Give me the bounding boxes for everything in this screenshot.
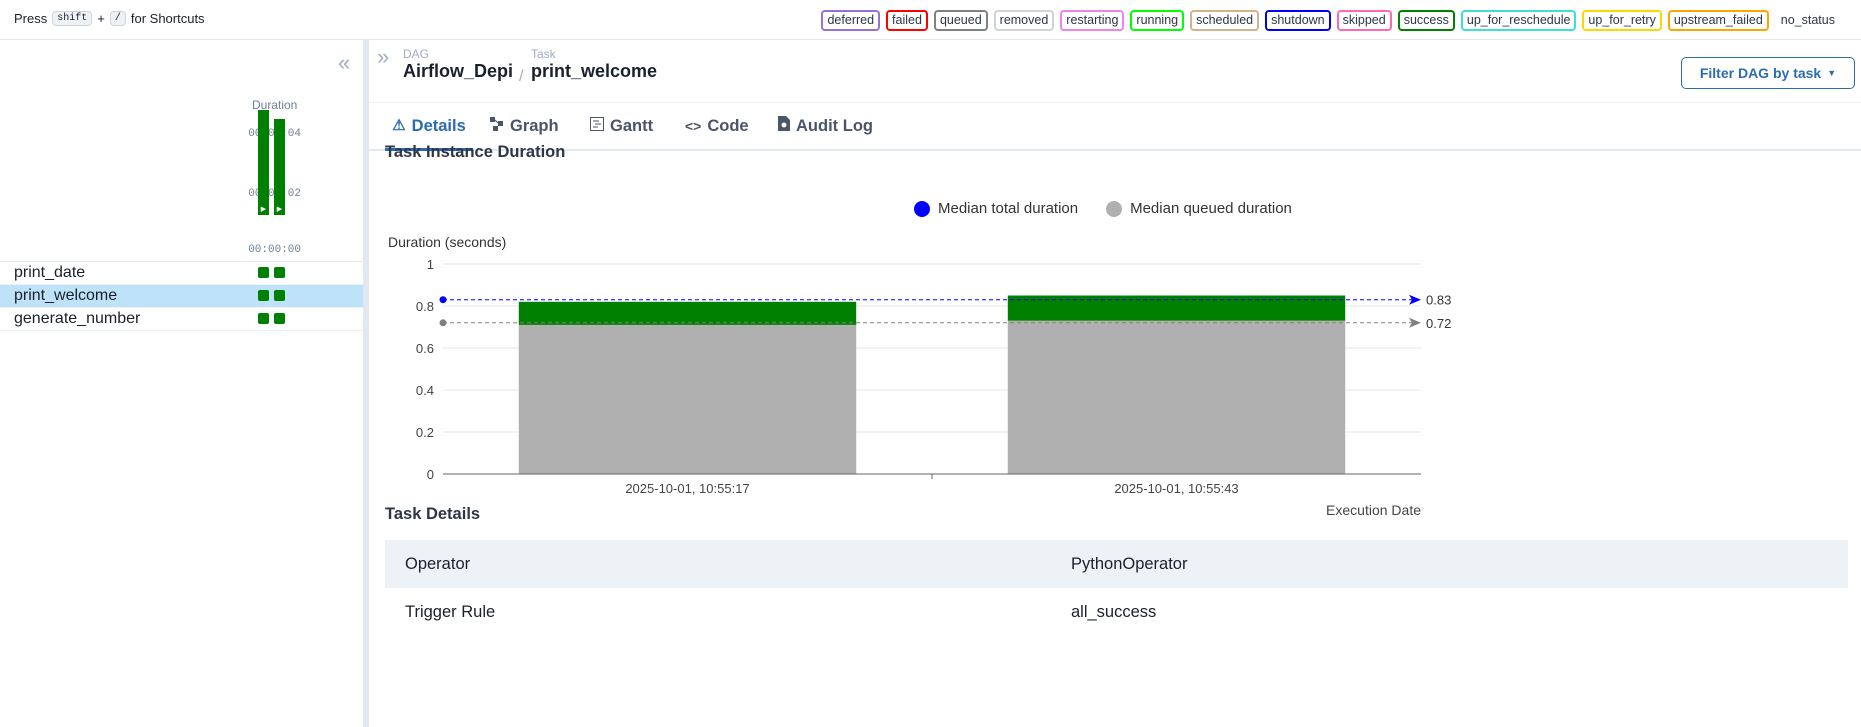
- tab-audit-log[interactable]: Audit Log: [778, 103, 873, 149]
- tab-gantt[interactable]: Gantt: [590, 103, 653, 149]
- breadcrumb-task-value: print_welcome: [531, 61, 658, 81]
- tab-gantt-label: Gantt: [610, 117, 654, 135]
- run-duration-bar[interactable]: ▶: [274, 119, 285, 215]
- task-details-table: Operator PythonOperator Trigger Rule all_su…: [385, 540, 1848, 636]
- state-chip-up-for-retry[interactable]: up_for_retry: [1582, 10, 1662, 31]
- state-chip-scheduled[interactable]: scheduled: [1190, 10, 1260, 31]
- duration-chart: Duration (seconds) 0 0.2 0.4 0.6 0.8 1 2025-10-…: [388, 234, 1451, 518]
- x-tick-label: 2025-10-01, 10:55:17: [625, 481, 749, 496]
- filter-button-label: Filter DAG by task: [1699, 65, 1822, 81]
- detail-key: Operator: [405, 555, 471, 573]
- duration-bar-segment: [1007, 295, 1346, 321]
- task-name: print_date: [14, 264, 86, 281]
- y-tick-label: 0.6: [416, 341, 434, 356]
- shortcut-prefix: Press: [14, 11, 48, 26]
- duration-tick: 00:00:00: [248, 244, 301, 256]
- state-chip-removed[interactable]: removed: [993, 10, 1055, 31]
- grid-sidebar: « Duration 00:00:04 00:00:02 00:00:00 ▶▶…: [0, 40, 363, 727]
- state-chip-queued[interactable]: queued: [933, 10, 988, 31]
- tab-code-label: Code: [707, 117, 749, 135]
- y-tick-label: 0.8: [416, 299, 434, 314]
- task-row-print-welcome[interactable]: print_welcome: [0, 285, 363, 308]
- shortcut-hint: Press shift + / for Shortcuts: [14, 11, 205, 26]
- breadcrumb-task[interactable]: Task print_welcome: [531, 48, 657, 82]
- top-bar: Press shift + / for Shortcuts deferred fa…: [0, 0, 1861, 40]
- legend-total-dot[interactable]: [914, 200, 930, 217]
- tab-audit-log-label: Audit Log: [796, 117, 873, 135]
- task-details-row: Trigger Rule all_success: [385, 588, 1848, 636]
- detail-key: Trigger Rule: [405, 603, 496, 621]
- double-chevron-left-icon[interactable]: «: [338, 50, 350, 76]
- state-chip-skipped[interactable]: skipped: [1336, 10, 1392, 31]
- detail-value: all_success: [1071, 603, 1157, 621]
- task-name: generate_number: [14, 310, 141, 327]
- y-tick-label: 0: [427, 467, 434, 482]
- state-chip-success[interactable]: success: [1397, 10, 1455, 31]
- task-instance-success-square[interactable]: [274, 290, 285, 301]
- task-instance-success-square[interactable]: [258, 267, 269, 278]
- tab-bar: ⚠ Details Graph Gantt <> Code Audit Log: [369, 102, 1861, 151]
- breadcrumb-task-label: Task: [531, 47, 556, 61]
- y-axis-label: Duration (seconds): [388, 234, 506, 250]
- task-details-row: Operator PythonOperator: [385, 540, 1848, 588]
- state-chip-shutdown[interactable]: shutdown: [1265, 10, 1331, 31]
- median-queued-label: 0.72: [1426, 316, 1451, 331]
- state-chip-no-status[interactable]: no_status: [1775, 10, 1841, 31]
- median-total-start-dot: [439, 296, 447, 304]
- legend-queued-label[interactable]: Median queued duration: [1130, 200, 1292, 217]
- shortcut-suffix: for Shortcuts: [130, 11, 205, 26]
- tab-code[interactable]: <> Code: [685, 103, 749, 149]
- detail-value: PythonOperator: [1071, 555, 1188, 573]
- state-chip-running[interactable]: running: [1130, 10, 1185, 31]
- task-row-generate-number[interactable]: generate_number: [0, 308, 363, 331]
- state-chip-failed[interactable]: failed: [886, 10, 928, 31]
- y-tick-label: 0.4: [416, 383, 434, 398]
- caret-down-icon: ▼: [1827, 68, 1837, 78]
- breadcrumb-dag-value: Airflow_Depi: [403, 61, 514, 81]
- task-list: print_date print_welcome generate_number: [0, 261, 363, 331]
- warning-triangle-icon: ⚠: [392, 116, 406, 134]
- x-tick-label: 2025-10-01, 10:55:43: [1114, 481, 1238, 496]
- task-instance-success-square[interactable]: [274, 313, 285, 324]
- state-chip-deferred[interactable]: deferred: [821, 10, 881, 31]
- state-chip-up-for-reschedule[interactable]: up_for_reschedule: [1460, 10, 1577, 31]
- legend-queued-dot[interactable]: [1106, 200, 1123, 217]
- x-axis-label: Execution Date: [1326, 502, 1421, 518]
- shortcut-plus: +: [97, 11, 105, 26]
- tab-details-label: Details: [411, 116, 466, 135]
- breadcrumb-dag-label: DAG: [403, 47, 430, 61]
- state-chip-restarting[interactable]: restarting: [1060, 10, 1125, 31]
- task-name: print_welcome: [14, 287, 118, 304]
- breadcrumb-dag[interactable]: DAG Airflow_Depi: [403, 48, 513, 82]
- filter-dag-by-task-button[interactable]: Filter DAG by task ▼: [1681, 57, 1855, 89]
- legend-total-label[interactable]: Median total duration: [938, 200, 1078, 217]
- task-instance-success-square[interactable]: [274, 267, 285, 278]
- task-row-print-date[interactable]: print_date: [0, 262, 363, 285]
- main-panel: » DAG Airflow_Depi / Task print_welcome …: [369, 40, 1861, 727]
- task-details-title: Task Details: [385, 505, 481, 523]
- y-tick-label: 0.2: [416, 425, 434, 440]
- gantt-icon: [590, 103, 604, 149]
- task-instance-success-square[interactable]: [258, 290, 269, 301]
- audit-log-icon: [778, 103, 790, 149]
- state-legend: deferred failed queued removed restarting run…: [821, 10, 1841, 31]
- double-chevron-right-icon[interactable]: »: [377, 44, 389, 70]
- shortcut-key-slash: /: [109, 11, 126, 26]
- run-duration-bar[interactable]: ▶: [258, 110, 269, 215]
- breadcrumb-separator: /: [519, 68, 524, 85]
- y-tick-label: 1: [427, 257, 434, 272]
- duration-bar-segment: [1007, 320, 1346, 474]
- duration-section-title: Task Instance Duration: [385, 143, 566, 161]
- task-instance-success-square[interactable]: [258, 313, 269, 324]
- play-icon: ▶: [260, 205, 267, 213]
- code-icon: <>: [685, 118, 702, 134]
- chart-legend: Median total duration Median queued dura…: [914, 200, 1292, 217]
- duration-bar-segment: [518, 324, 857, 474]
- duration-bar-segment: [518, 301, 857, 325]
- play-icon: ▶: [276, 206, 283, 213]
- median-total-label: 0.83: [1426, 293, 1451, 308]
- median-queued-start-dot: [439, 319, 447, 327]
- shortcut-key-shift: shift: [52, 11, 93, 26]
- state-chip-upstream-failed[interactable]: upstream_failed: [1667, 10, 1769, 31]
